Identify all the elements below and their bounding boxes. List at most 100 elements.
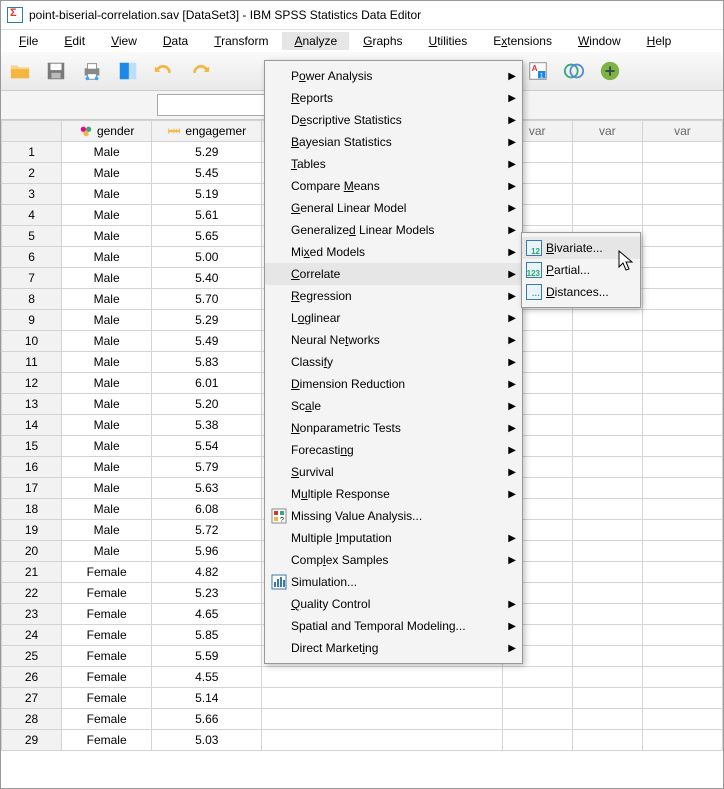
row-header[interactable]: 4 <box>2 205 62 226</box>
menu-help[interactable]: Help <box>635 32 684 50</box>
row-header[interactable]: 12 <box>2 373 62 394</box>
row-header[interactable]: 15 <box>2 436 62 457</box>
cell-empty[interactable] <box>262 730 502 751</box>
cell-empty[interactable] <box>572 142 642 163</box>
row-header[interactable]: 9 <box>2 310 62 331</box>
menu-item-complex-samples[interactable]: Complex Samples▶ <box>265 549 522 571</box>
recall-dialog-button[interactable] <box>115 58 141 84</box>
menu-item-classify[interactable]: Classify▶ <box>265 351 522 373</box>
menu-item-loglinear[interactable]: Loglinear▶ <box>265 307 522 329</box>
cell-empty[interactable] <box>642 352 722 373</box>
cell-gender[interactable]: Male <box>62 289 152 310</box>
cell-empty[interactable] <box>642 310 722 331</box>
cell-engagement[interactable]: 4.65 <box>152 604 262 625</box>
cell-empty[interactable] <box>642 688 722 709</box>
cell-empty[interactable] <box>642 457 722 478</box>
cell-gender[interactable]: Male <box>62 226 152 247</box>
cell-gender[interactable]: Male <box>62 184 152 205</box>
cell-empty[interactable] <box>572 625 642 646</box>
menu-item-general-linear-model[interactable]: General Linear Model▶ <box>265 197 522 219</box>
menu-utilities[interactable]: Utilities <box>417 32 480 50</box>
cell-empty[interactable] <box>572 394 642 415</box>
row-header[interactable]: 14 <box>2 415 62 436</box>
cell-empty[interactable] <box>642 541 722 562</box>
menu-item-regression[interactable]: Regression▶ <box>265 285 522 307</box>
undo-button[interactable] <box>151 58 177 84</box>
cell-empty[interactable] <box>262 709 502 730</box>
cell-empty[interactable] <box>572 436 642 457</box>
row-header[interactable]: 24 <box>2 625 62 646</box>
cell-gender[interactable]: Female <box>62 562 152 583</box>
cell-engagement[interactable]: 5.66 <box>152 709 262 730</box>
cell-empty[interactable] <box>642 436 722 457</box>
cell-empty[interactable] <box>572 499 642 520</box>
cell-engagement[interactable]: 6.01 <box>152 373 262 394</box>
submenu-item-bivariate[interactable]: Bivariate... <box>522 237 640 259</box>
cell-empty[interactable] <box>642 730 722 751</box>
cell-empty[interactable] <box>642 646 722 667</box>
cell-engagement[interactable]: 5.83 <box>152 352 262 373</box>
row-header[interactable]: 21 <box>2 562 62 583</box>
cell-empty[interactable] <box>572 730 642 751</box>
table-row[interactable]: 28Female5.66 <box>2 709 723 730</box>
menu-item-tables[interactable]: Tables▶ <box>265 153 522 175</box>
row-header[interactable]: 20 <box>2 541 62 562</box>
cell-engagement[interactable]: 5.96 <box>152 541 262 562</box>
cell-engagement[interactable]: 5.45 <box>152 163 262 184</box>
row-header[interactable]: 16 <box>2 457 62 478</box>
cell-engagement[interactable]: 5.29 <box>152 310 262 331</box>
cell-empty[interactable] <box>572 352 642 373</box>
cell-engagement[interactable]: 5.14 <box>152 688 262 709</box>
cell-engagement[interactable]: 5.00 <box>152 247 262 268</box>
row-header[interactable]: 6 <box>2 247 62 268</box>
cell-gender[interactable]: Male <box>62 520 152 541</box>
cell-engagement[interactable]: 5.19 <box>152 184 262 205</box>
menu-item-forecasting[interactable]: Forecasting▶ <box>265 439 522 461</box>
cell-engagement[interactable]: 5.63 <box>152 478 262 499</box>
cell-empty[interactable] <box>502 730 572 751</box>
menu-data[interactable]: Data <box>151 32 200 50</box>
cell-gender[interactable]: Male <box>62 415 152 436</box>
cell-engagement[interactable]: 5.49 <box>152 331 262 352</box>
menu-item-direct-marketing[interactable]: Direct Marketing▶ <box>265 637 522 659</box>
menu-item-simulation[interactable]: Simulation... <box>265 571 522 593</box>
row-header[interactable]: 2 <box>2 163 62 184</box>
row-header[interactable]: 29 <box>2 730 62 751</box>
menu-item-generalized-linear-models[interactable]: Generalized Linear Models▶ <box>265 219 522 241</box>
cell-empty[interactable] <box>572 562 642 583</box>
row-header[interactable]: 1 <box>2 142 62 163</box>
cell-empty[interactable] <box>642 331 722 352</box>
menu-item-reports[interactable]: Reports▶ <box>265 87 522 109</box>
menu-item-spatial-and-temporal-modeling[interactable]: Spatial and Temporal Modeling...▶ <box>265 615 522 637</box>
cell-engagement[interactable]: 4.82 <box>152 562 262 583</box>
cell-gender[interactable]: Male <box>62 163 152 184</box>
cell-empty[interactable] <box>572 709 642 730</box>
menu-item-quality-control[interactable]: Quality Control▶ <box>265 593 522 615</box>
cell-engagement[interactable]: 5.54 <box>152 436 262 457</box>
cell-empty[interactable] <box>262 688 502 709</box>
row-header[interactable]: 27 <box>2 688 62 709</box>
cell-engagement[interactable]: 5.79 <box>152 457 262 478</box>
row-header[interactable]: 18 <box>2 499 62 520</box>
cell-gender[interactable]: Male <box>62 268 152 289</box>
menu-item-dimension-reduction[interactable]: Dimension Reduction▶ <box>265 373 522 395</box>
row-header[interactable]: 8 <box>2 289 62 310</box>
cell-gender[interactable]: Male <box>62 478 152 499</box>
menu-edit[interactable]: Edit <box>52 32 97 50</box>
row-header[interactable]: 17 <box>2 478 62 499</box>
cell-empty[interactable] <box>572 478 642 499</box>
cell-gender[interactable]: Female <box>62 604 152 625</box>
row-header[interactable]: 5 <box>2 226 62 247</box>
cell-gender[interactable]: Female <box>62 730 152 751</box>
cell-gender[interactable]: Male <box>62 499 152 520</box>
redo-button[interactable] <box>187 58 213 84</box>
menu-graphs[interactable]: Graphs <box>351 32 414 50</box>
cell-empty[interactable] <box>572 688 642 709</box>
row-header[interactable]: 22 <box>2 583 62 604</box>
cell-empty[interactable] <box>502 709 572 730</box>
cell-gender[interactable]: Male <box>62 541 152 562</box>
cell-empty[interactable] <box>572 457 642 478</box>
menu-item-multiple-response[interactable]: Multiple Response▶ <box>265 483 522 505</box>
cell-empty[interactable] <box>642 478 722 499</box>
cell-engagement[interactable]: 4.55 <box>152 667 262 688</box>
